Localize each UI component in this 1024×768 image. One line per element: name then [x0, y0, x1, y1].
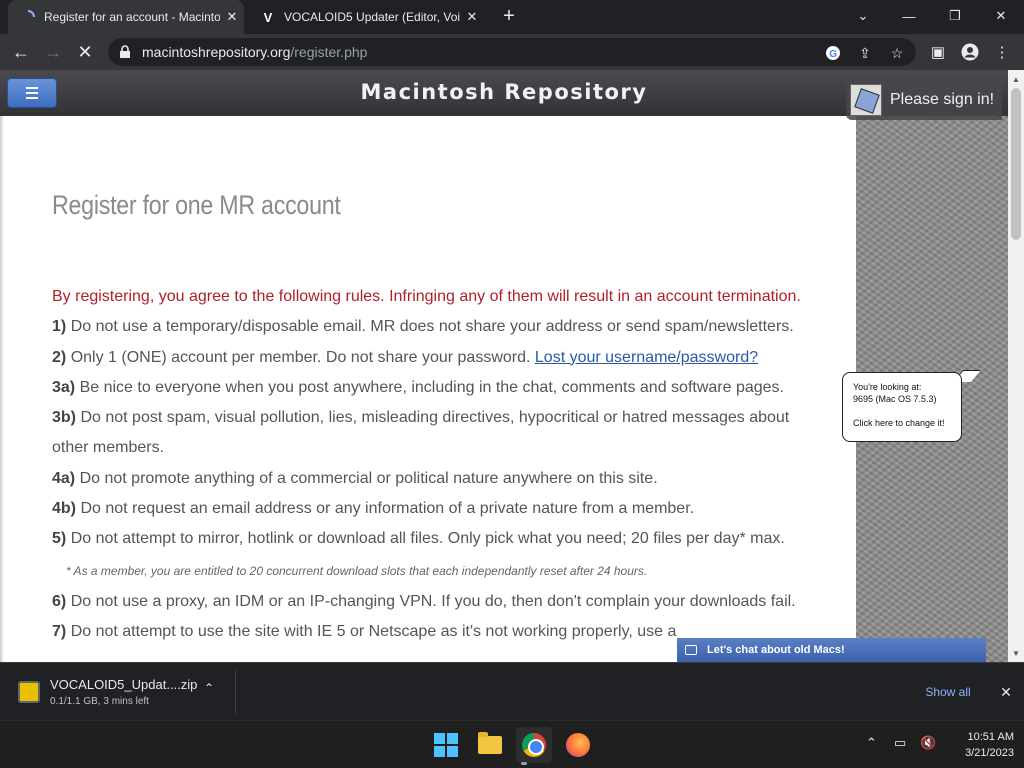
rule-item: 4a) Do not promote anything of a commerc… [52, 464, 822, 494]
chrome-icon[interactable] [516, 727, 552, 763]
rule-item: 6) Do not use a proxy, an IDM or an IP-c… [52, 587, 822, 617]
rule-text: Be nice to everyone when you post anywhe… [79, 378, 784, 396]
rule-number: 3b) [52, 409, 76, 427]
rule-number: 1) [52, 318, 67, 336]
page-scrollbar[interactable]: ▲ ▼ [1008, 70, 1024, 662]
change-os-link[interactable]: Click here to change it! [853, 417, 951, 429]
rule-item: 3a) Be nice to everyone when you post an… [52, 373, 822, 403]
back-arrow-icon[interactable]: ← [8, 39, 34, 65]
rules-list: By registering, you agree to the followi… [52, 282, 822, 647]
clock-time: 10:51 AM [967, 731, 1014, 743]
tab-register[interactable]: Register for an account - Macintosh Repo… [8, 0, 244, 34]
download-item[interactable]: VOCALOID5_Updat....zip 0.1/1.1 GB, 3 min… [8, 669, 236, 715]
bubble-line: 9695 (Mac OS 7.5.3) [853, 394, 937, 404]
rule-number: 7) [52, 622, 67, 640]
vocaloid-favicon-icon: V [263, 9, 273, 25]
mac-user-icon [850, 84, 882, 116]
tray-chevron-up-icon[interactable]: ⌃ [866, 735, 877, 751]
address-bar[interactable]: macintoshrepository.org/register.php G ⇪… [108, 38, 916, 66]
bookmark-star-icon[interactable]: ☆ [888, 44, 906, 62]
bubble-line: You're looking at: [853, 382, 922, 392]
download-filename: VOCALOID5_Updat....zip [50, 677, 198, 692]
loading-spinner-icon [20, 9, 36, 25]
page-viewport: Macintosh Repository Register for one MR… [0, 70, 1024, 662]
lost-password-link[interactable]: Lost your username/password? [535, 349, 758, 366]
download-status: 0.1/1.1 GB, 3 mins left [50, 696, 149, 707]
url-path: /register.php [290, 44, 368, 60]
profile-icon[interactable] [960, 42, 980, 62]
main-content: Register for one MR account By registeri… [0, 116, 856, 662]
svg-text:G: G [829, 49, 837, 60]
page-title: Register for one MR account [52, 190, 341, 220]
mute-speaker-icon[interactable]: 🔇 [920, 735, 936, 751]
tab-title: VOCALOID5 Updater (Editor, Voice [284, 10, 460, 24]
menu-kebab-icon[interactable]: ⋮ [992, 42, 1012, 62]
file-explorer-icon[interactable] [472, 727, 508, 763]
scroll-thumb[interactable] [1011, 88, 1021, 240]
rule-number: 6) [52, 592, 67, 610]
rules-intro: By registering, you agree to the followi… [52, 288, 801, 305]
rule-text: Do not use a proxy, an IDM or an IP-chan… [70, 592, 796, 610]
rule-item: 3b) Do not post spam, visual pollution, … [52, 403, 822, 464]
chat-bar[interactable]: Let's chat about old Macs! [677, 638, 986, 662]
rule-number: 2) [52, 348, 67, 366]
google-icon[interactable]: G [824, 44, 842, 62]
rule-item: 1) Do not use a temporary/disposable ema… [52, 312, 822, 342]
rule-text: Do not attempt to use the site with IE 5… [70, 622, 677, 640]
tab-close-icon[interactable]: ✕ [460, 9, 484, 25]
content-edge-shadow [0, 116, 4, 662]
tab-search-icon[interactable]: ⌄ [840, 0, 886, 32]
rule-item: 2) Only 1 (ONE) account per member. Do n… [52, 343, 822, 373]
minimize-button[interactable]: — [886, 0, 932, 32]
rule-number: 4a) [52, 469, 76, 487]
clock-date: 3/21/2023 [965, 747, 1014, 759]
windows-taskbar: ⌃ ▭ 🔇 10:51 AM 3/21/2023 [0, 720, 1024, 768]
tab-vocaloid[interactable]: V VOCALOID5 Updater (Editor, Voice ✕ [248, 0, 484, 34]
scroll-down-arrow-icon[interactable]: ▼ [1008, 646, 1024, 660]
rule-number: 5) [52, 530, 67, 548]
firefox-icon[interactable] [560, 727, 596, 763]
windows-start-icon[interactable] [428, 727, 464, 763]
rule-item: 4b) Do not request an email address or a… [52, 494, 822, 524]
rule-text: Only 1 (ONE) account per member. Do not … [70, 348, 535, 366]
chevron-up-icon[interactable]: ⌃ [204, 681, 214, 695]
forward-arrow-icon[interactable]: → [40, 39, 66, 65]
chat-label: Let's chat about old Macs! [707, 644, 845, 656]
rule-text: Do not post spam, visual pollution, lies… [52, 409, 790, 457]
url-host: macintoshrepository.org [142, 44, 291, 60]
tab-close-icon[interactable]: ✕ [220, 9, 244, 25]
rule-text: Do not promote anything of a commercial … [79, 469, 658, 487]
rule-item: 5) Do not attempt to mirror, hotlink or … [52, 524, 822, 554]
rule-number: 3a) [52, 378, 76, 396]
rule-number: 4b) [52, 500, 76, 518]
lock-icon [120, 45, 130, 58]
sign-in-label: Please sign in! [890, 91, 995, 108]
display-icon[interactable]: ▭ [894, 735, 906, 751]
chat-icon [685, 645, 697, 655]
scroll-up-arrow-icon[interactable]: ▲ [1008, 72, 1024, 86]
system-clock[interactable]: 10:51 AM 3/21/2023 [944, 729, 1014, 761]
active-app-indicator [521, 762, 527, 765]
download-shelf: VOCALOID5_Updat....zip 0.1/1.1 GB, 3 min… [0, 662, 1024, 720]
restore-button[interactable]: ❐ [932, 0, 978, 32]
new-tab-button[interactable]: + [498, 5, 520, 27]
show-all-button[interactable]: Show all [914, 680, 982, 704]
tab-strip: Register for an account - Macintosh Repo… [0, 0, 1024, 34]
tab-title: Register for an account - Macintosh Repo… [44, 10, 220, 24]
os-version-bubble[interactable]: You're looking at: 9695 (Mac OS 7.5.3) C… [842, 372, 962, 442]
close-shelf-icon[interactable]: ✕ [996, 682, 1016, 702]
browser-toolbar: ← → ✕ macintoshrepository.org/register.p… [0, 34, 1024, 70]
side-panel-icon[interactable]: ▣ [928, 42, 948, 62]
download-footnote: * As a member, you are entitled to 20 co… [66, 563, 648, 578]
zip-file-icon [18, 681, 40, 703]
share-icon[interactable]: ⇪ [856, 44, 874, 62]
close-window-button[interactable]: ✕ [978, 0, 1024, 32]
rule-text: Do not use a temporary/disposable email.… [70, 318, 794, 336]
rule-text: Do not request an email address or any i… [80, 500, 695, 518]
rule-text: Do not attempt to mirror, hotlink or dow… [70, 530, 785, 548]
stop-loading-icon[interactable]: ✕ [72, 39, 98, 65]
sign-in-button[interactable]: Please sign in! [846, 80, 1002, 120]
